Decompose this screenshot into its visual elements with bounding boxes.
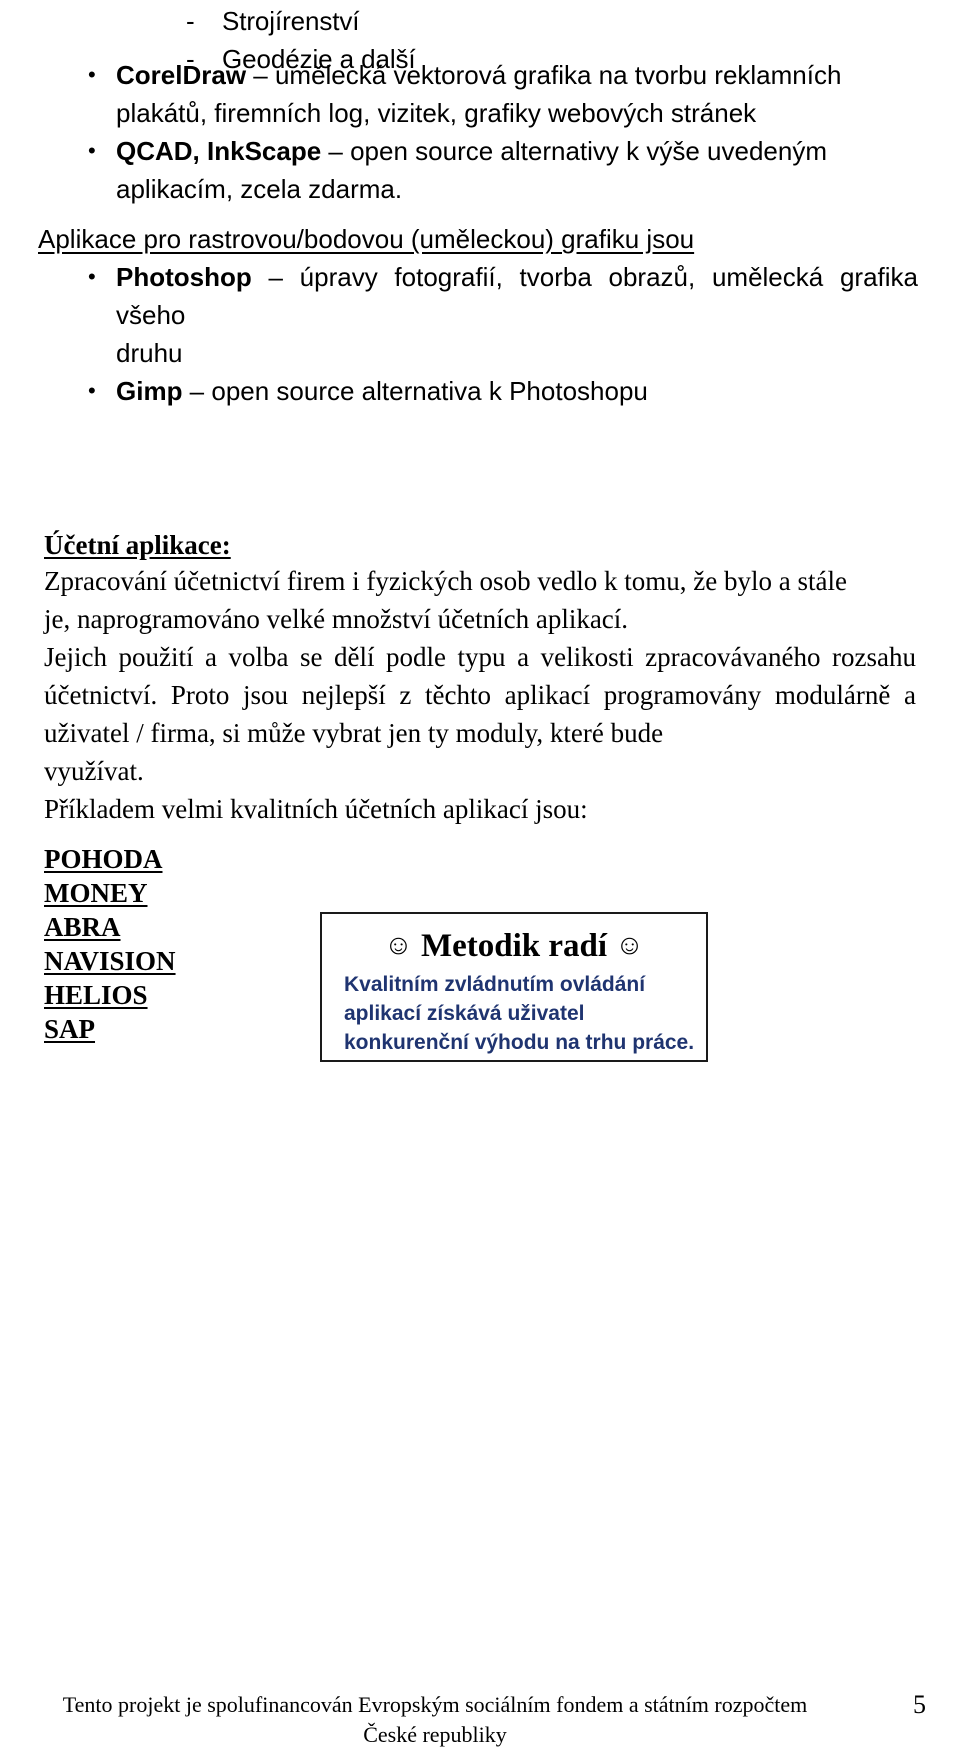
list-item: HELIOS	[44, 980, 148, 1010]
app-name: CorelDraw	[116, 60, 247, 90]
paragraph-text: Příkladem velmi kvalitních účetních apli…	[44, 790, 916, 828]
document-page: - Strojírenství - Geodézie a další • Cor…	[0, 0, 960, 1754]
list-item: POHODA	[44, 844, 163, 874]
list-item: ABRA	[44, 912, 121, 942]
callout-line: konkurenční výhodu na trhu práce.	[344, 1031, 695, 1054]
app-description-continued: plakátů, firemních log, vizitek, grafiky…	[116, 98, 757, 128]
accounting-apps-list: POHODA MONEY ABRA NAVISION HELIOS SAP	[44, 842, 176, 1046]
callout-line: Kvalitním zvládnutím ovládání	[344, 973, 646, 996]
list-item: • QCAD, InkScape – open source alternati…	[38, 132, 918, 208]
list-item: SAP	[44, 1014, 96, 1044]
app-name: QCAD, InkScape	[116, 136, 322, 166]
app-description: – open source alternativa k Photoshopu	[182, 376, 648, 406]
bullet-dot-icon: •	[88, 62, 96, 87]
callout-title: ☺ Metodik radí ☺	[322, 924, 706, 968]
page-number: 5	[913, 1690, 926, 1719]
list-item: - Strojírenství	[186, 2, 786, 40]
app-name: Gimp	[116, 376, 183, 406]
app-description: – open source alternativy k výše uvedený…	[321, 136, 827, 166]
callout-line: aplikací získává uživatel	[344, 1002, 585, 1025]
paragraph-line: Příkladem velmi kvalitních účetních apli…	[44, 794, 588, 824]
paragraph-line-last: využívat.	[44, 756, 144, 786]
app-description: – umělecká vektorová grafika na tvorbu r…	[246, 60, 842, 90]
app-name: Photoshop	[116, 262, 252, 292]
paragraph-line: Zpracování účetnictví firem i fyzických …	[44, 566, 847, 596]
paragraph-line-last: je, naprogramováno velké množství účetní…	[44, 604, 629, 634]
accounting-paragraph-1: Zpracování účetnictví firem i fyzických …	[44, 562, 916, 638]
smiley-face-icon: ☺	[384, 930, 413, 961]
footer-line: Tento projekt je spolufinancován Evropsk…	[62, 1692, 808, 1717]
raster-apps-bullet-list: • Photoshop – úpravy fotografií, tvorba …	[38, 258, 918, 410]
list-item: • CorelDraw – umělecká vektorová grafika…	[38, 56, 918, 132]
dash-marker: -	[186, 6, 195, 36]
bullet-dot-icon: •	[88, 378, 96, 403]
accounting-paragraph-3: Příkladem velmi kvalitních účetních apli…	[44, 790, 916, 828]
callout-title-label: Metodik radí	[420, 928, 608, 964]
bullet-dot-icon: •	[88, 138, 96, 163]
callout-body: Kvalitním zvládnutím ovládání aplikací z…	[322, 968, 706, 1057]
list-item: MONEY	[44, 878, 148, 908]
raster-section-heading: Aplikace pro rastrovou/bodovou (umělecko…	[38, 224, 695, 254]
paragraph-text: Jejich použití a volba se dělí podle typ…	[44, 638, 916, 790]
vector-apps-bullet-list: • CorelDraw – umělecká vektorová grafika…	[38, 56, 918, 208]
paragraph-text: Zpracování účetnictví firem i fyzických …	[44, 562, 916, 638]
metodik-radi-callout-box: ☺ Metodik radí ☺ Kvalitním zvládnutím ov…	[320, 912, 708, 1062]
app-description-continued: aplikacím, zcela zdarma.	[116, 174, 403, 204]
list-item-label: Strojírenství	[222, 6, 360, 36]
footer-funding-text: Tento projekt je spolufinancován Evropsk…	[0, 1690, 870, 1750]
accounting-paragraph-2: Jejich použití a volba se dělí podle typ…	[44, 638, 916, 790]
bullet-dot-icon: •	[88, 264, 96, 289]
paragraph-line: Jejich použití a volba se dělí podle typ…	[44, 642, 916, 748]
smiley-face-icon: ☺	[615, 930, 644, 961]
accounting-section-heading: Účetní aplikace:	[44, 530, 231, 560]
list-item: NAVISION	[44, 946, 176, 976]
app-description-continued: druhu	[116, 338, 183, 368]
list-item: • Gimp – open source alternativa k Photo…	[38, 372, 918, 410]
footer-line: České republiky	[363, 1722, 507, 1747]
list-item: • Photoshop – úpravy fotografií, tvorba …	[38, 258, 918, 372]
